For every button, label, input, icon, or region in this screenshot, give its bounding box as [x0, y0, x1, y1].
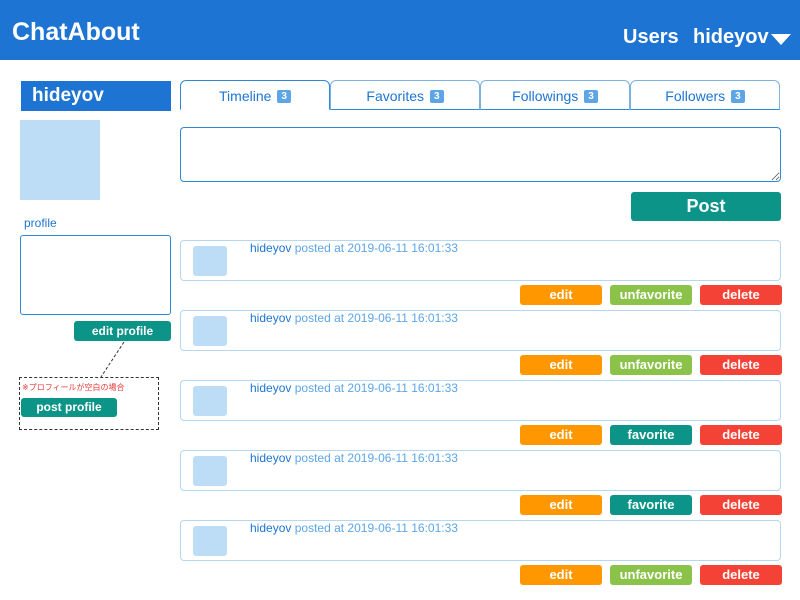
post-author[interactable]: hideyov [250, 521, 291, 535]
edit-profile-button[interactable]: edit profile [74, 321, 171, 341]
post-timestamp: posted at 2019-06-11 16:01:33 [294, 381, 458, 395]
tab-timeline[interactable]: Timeline 3 [180, 80, 330, 110]
delete-button[interactable]: delete [700, 285, 782, 305]
post-author[interactable]: hideyov [250, 241, 291, 255]
top-navbar: ChatAbout Users hideyov [0, 0, 800, 60]
post-meta: hideyov posted at 2019-06-11 16:01:33 [250, 312, 458, 325]
count-badge: 3 [277, 90, 291, 103]
post-meta: hideyov posted at 2019-06-11 16:01:33 [250, 242, 458, 255]
nav-users-link[interactable]: Users [623, 25, 679, 49]
tab-followings[interactable]: Followings 3 [480, 80, 630, 110]
feed-item: hideyov posted at 2019-06-11 16:01:33 [180, 310, 781, 351]
note-text: ※プロフィールが空白の場合 [22, 383, 125, 392]
avatar [193, 456, 227, 486]
feed-item: hideyov posted at 2019-06-11 16:01:33 [180, 380, 781, 421]
chevron-down-icon[interactable] [771, 34, 791, 45]
unfavorite-button[interactable]: unfavorite [610, 355, 692, 375]
avatar [193, 386, 227, 416]
delete-button[interactable]: delete [700, 425, 782, 445]
post-author[interactable]: hideyov [250, 451, 291, 465]
post-author[interactable]: hideyov [250, 311, 291, 325]
post-textarea[interactable] [180, 127, 781, 182]
post-timestamp: posted at 2019-06-11 16:01:33 [294, 521, 458, 535]
delete-button[interactable]: delete [700, 355, 782, 375]
avatar [20, 120, 100, 200]
nav-user-menu[interactable]: hideyov [693, 25, 769, 49]
edit-button[interactable]: edit [520, 565, 602, 585]
post-meta: hideyov posted at 2019-06-11 16:01:33 [250, 452, 458, 465]
post-timestamp: posted at 2019-06-11 16:01:33 [294, 451, 458, 465]
feed-item: hideyov posted at 2019-06-11 16:01:33 [180, 520, 781, 561]
profile-label: profile [24, 216, 57, 230]
post-timestamp: posted at 2019-06-11 16:01:33 [294, 311, 458, 325]
post-button[interactable]: Post [631, 192, 781, 221]
edit-button[interactable]: edit [520, 495, 602, 515]
edit-button[interactable]: edit [520, 355, 602, 375]
feed-item: hideyov posted at 2019-06-11 16:01:33 [180, 240, 781, 281]
post-profile-button[interactable]: post profile [21, 398, 117, 417]
tab-followers[interactable]: Followers 3 [630, 80, 780, 110]
tab-label: Followings [512, 88, 579, 104]
profile-text [20, 235, 171, 315]
feed-item: hideyov posted at 2019-06-11 16:01:33 [180, 450, 781, 491]
unfavorite-button[interactable]: unfavorite [610, 285, 692, 305]
count-badge: 3 [731, 90, 745, 103]
count-badge: 3 [584, 90, 598, 103]
edit-button[interactable]: edit [520, 425, 602, 445]
count-badge: 3 [430, 90, 444, 103]
avatar [193, 316, 227, 346]
unfavorite-button[interactable]: unfavorite [610, 565, 692, 585]
favorite-button[interactable]: favorite [610, 425, 692, 445]
tab-label: Followers [665, 88, 726, 104]
brand-logo[interactable]: ChatAbout [12, 17, 140, 47]
tab-label: Timeline [219, 88, 272, 104]
tab-favorites[interactable]: Favorites 3 [330, 80, 480, 110]
avatar [193, 526, 227, 556]
delete-button[interactable]: delete [700, 495, 782, 515]
post-author[interactable]: hideyov [250, 381, 291, 395]
avatar [193, 246, 227, 276]
edit-button[interactable]: edit [520, 285, 602, 305]
tab-label: Favorites [366, 88, 424, 104]
delete-button[interactable]: delete [700, 565, 782, 585]
post-meta: hideyov posted at 2019-06-11 16:01:33 [250, 522, 458, 535]
post-meta: hideyov posted at 2019-06-11 16:01:33 [250, 382, 458, 395]
post-timestamp: posted at 2019-06-11 16:01:33 [294, 241, 458, 255]
favorite-button[interactable]: favorite [610, 495, 692, 515]
sidebar-username: hideyov [21, 81, 171, 111]
